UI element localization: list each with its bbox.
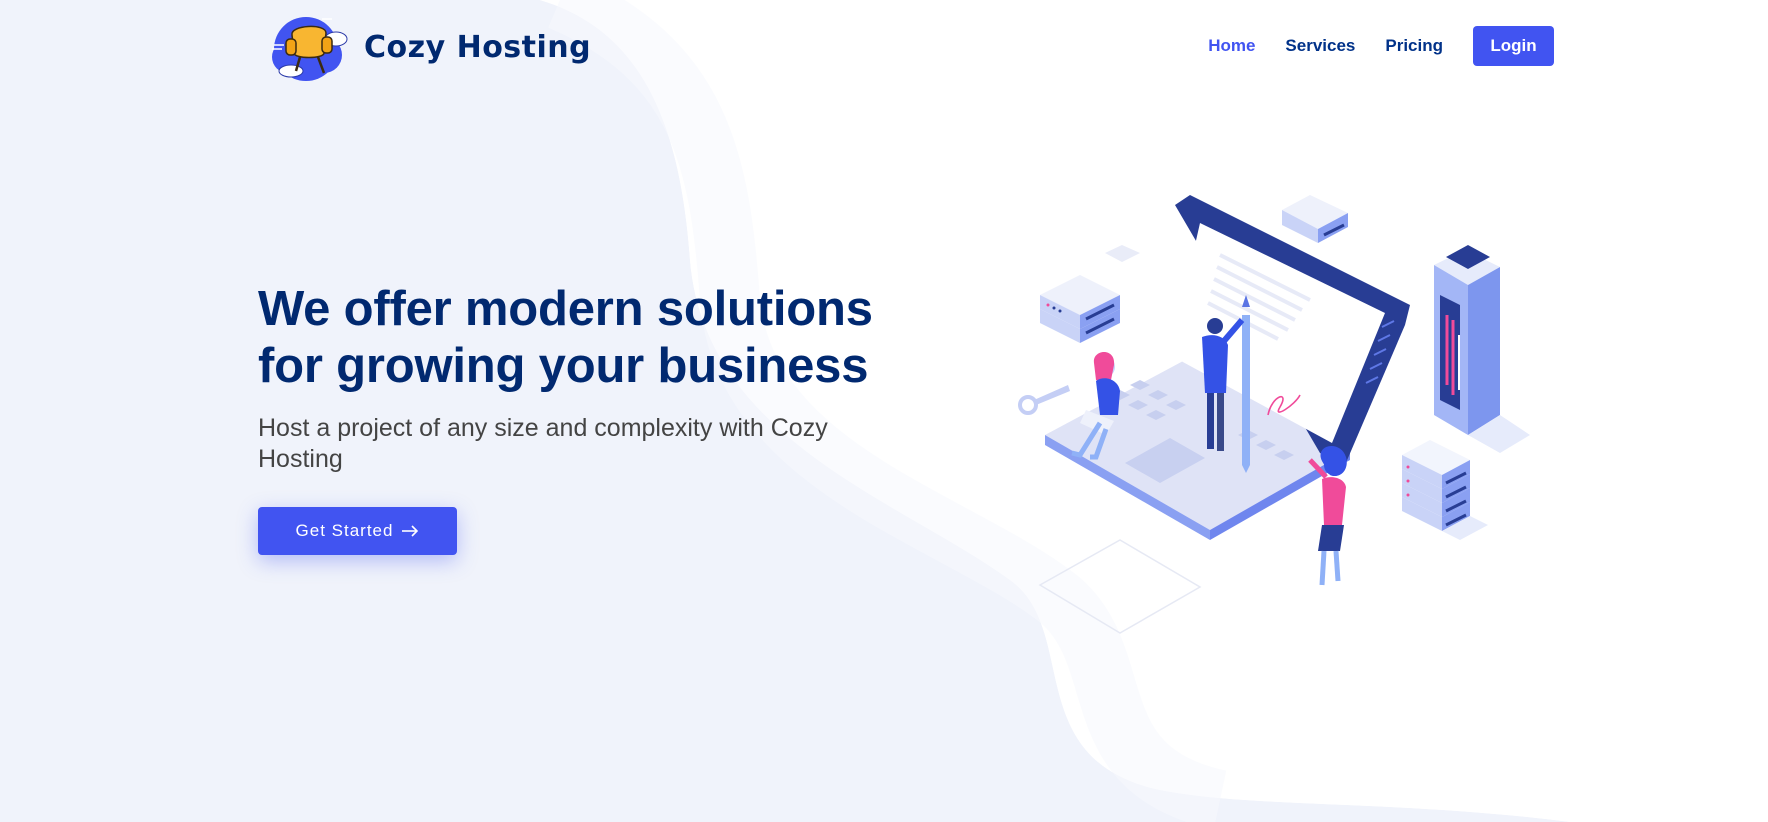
get-started-label: Get Started [295,521,394,540]
get-started-button[interactable]: Get Started [258,507,457,555]
hero-subtitle: Host a project of any size and complexit… [258,414,828,473]
login-button[interactable]: Login [1473,26,1554,66]
site-header: Cozy Hosting Home Services Pricing Login [0,0,1768,92]
logo-link[interactable]: Cozy Hosting [266,9,591,85]
armchair-cloud-logo-icon [272,17,348,81]
hosting-illustration-icon [1018,195,1530,634]
page: Cozy Hosting Home Services Pricing Login… [0,0,1768,822]
arrow-right-icon [402,525,419,537]
nav-link-services[interactable]: Services [1285,36,1355,56]
nav-link-pricing[interactable]: Pricing [1385,36,1443,56]
nav-link-home[interactable]: Home [1208,36,1255,56]
main-nav: Home Services Pricing Login [1208,26,1554,66]
hero-title: We offer modern solutions for growing yo… [258,282,873,393]
logo-text: Cozy Hosting [364,29,592,65]
